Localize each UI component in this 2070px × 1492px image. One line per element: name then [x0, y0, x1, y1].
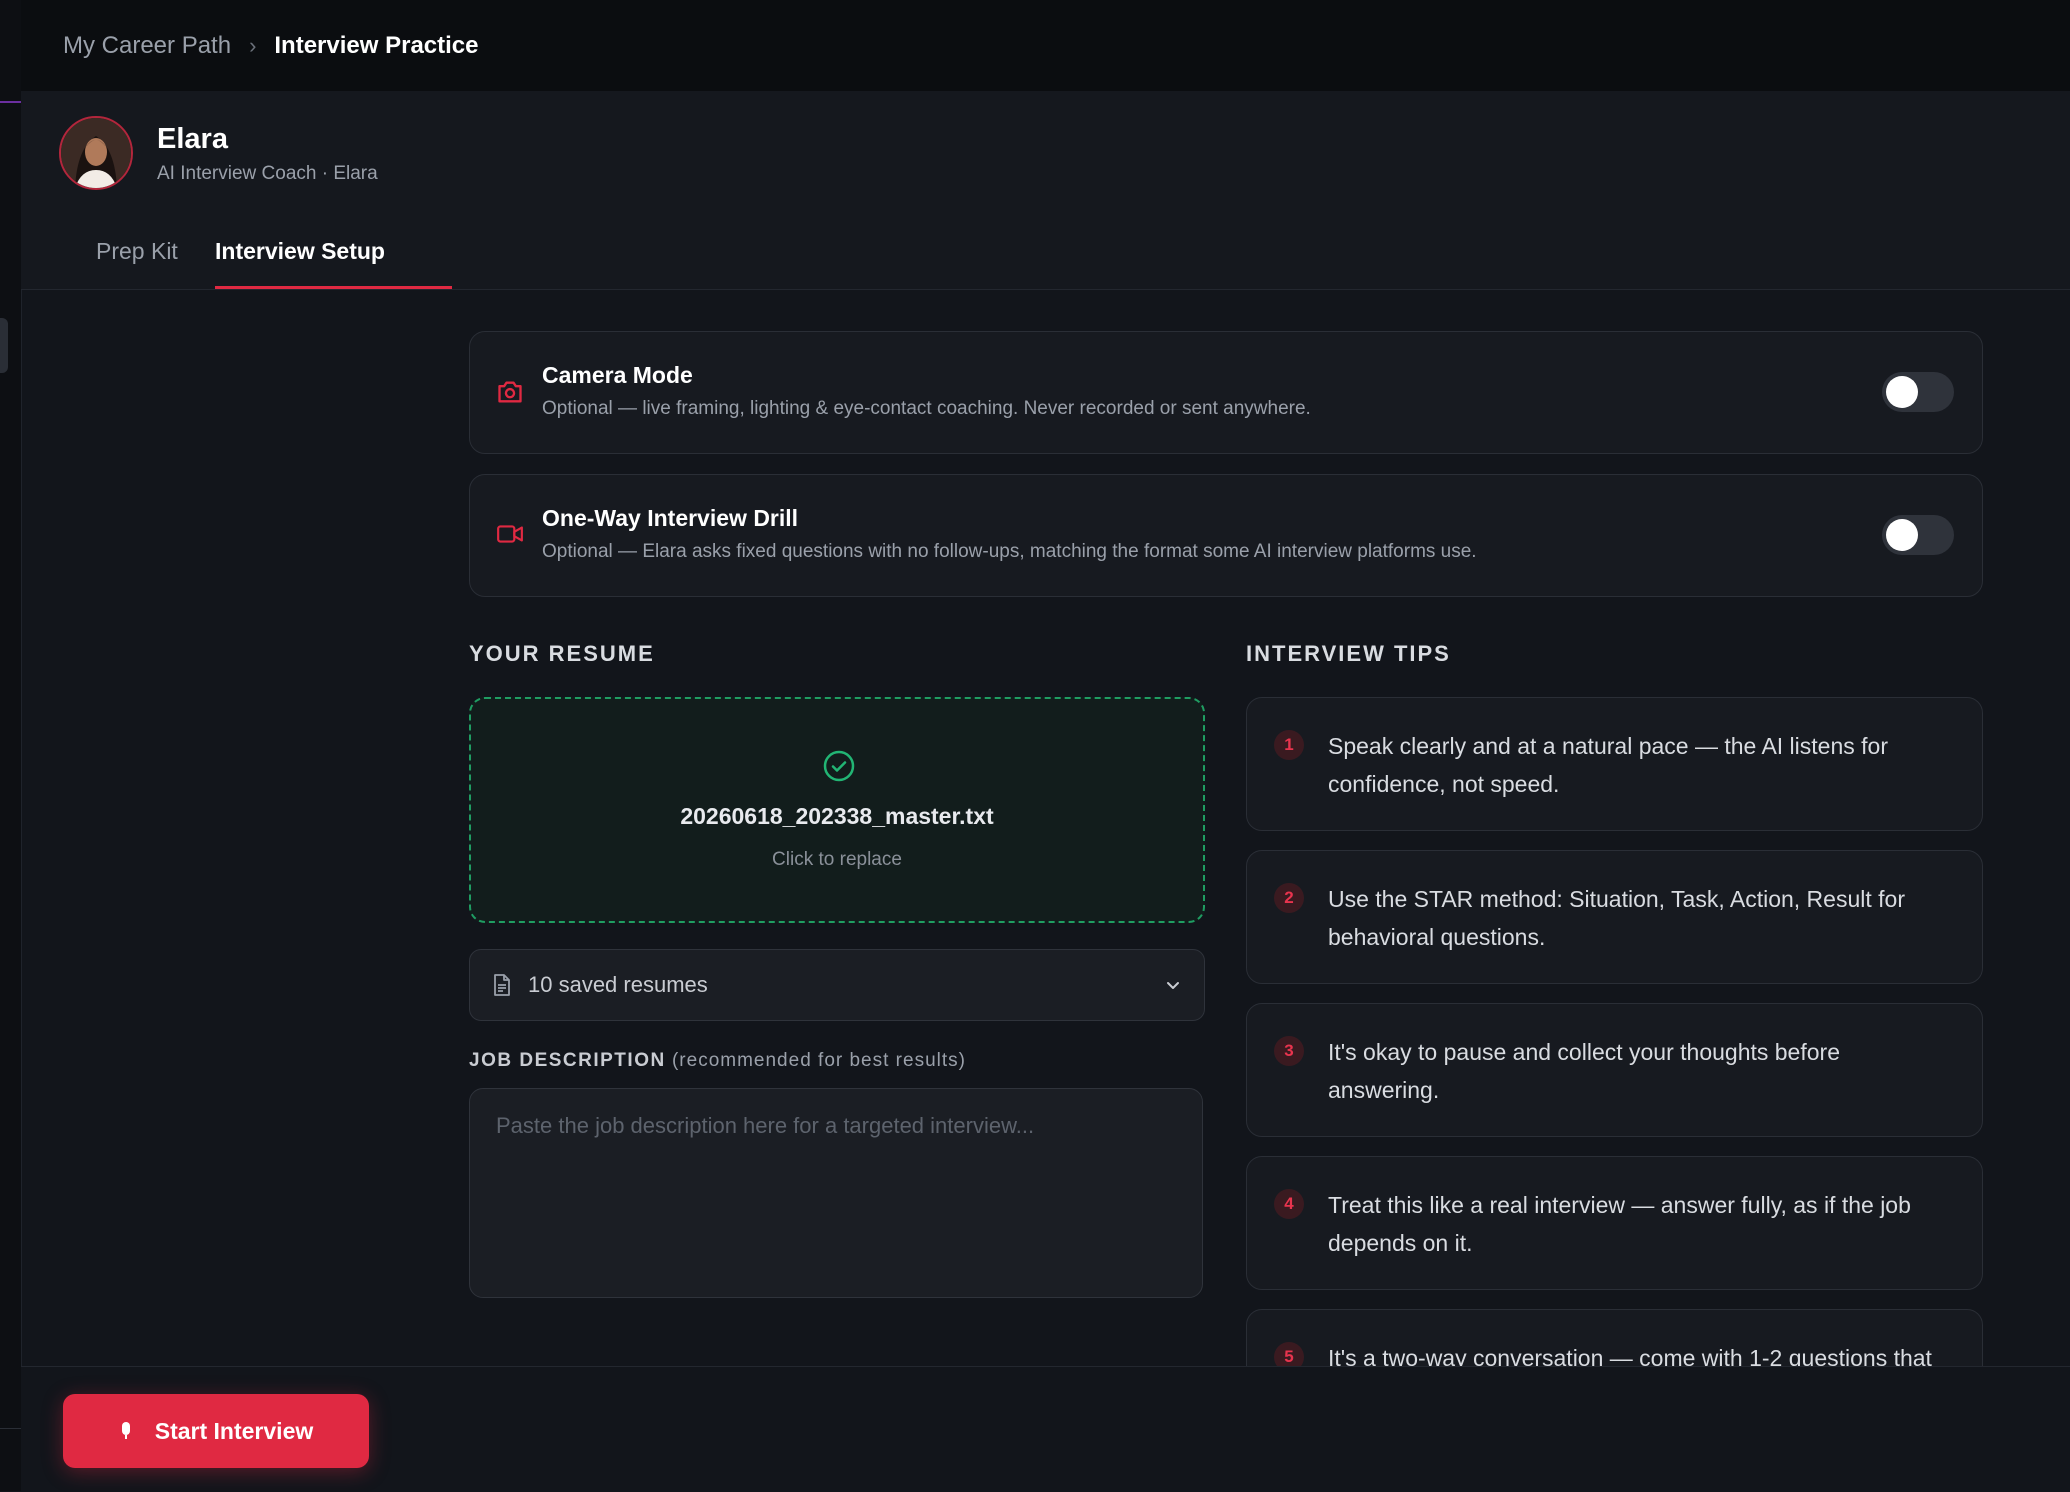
check-circle-icon [822, 749, 856, 788]
tips-list: 1 Speak clearly and at a natural pace — … [1246, 697, 1983, 1366]
one-way-drill-description: Optional — Elara asks fixed questions wi… [542, 541, 1477, 562]
chevron-down-icon [1164, 976, 1182, 999]
active-tab-indicator [215, 286, 452, 289]
microphone-icon [119, 1421, 133, 1441]
job-description-label: JOB DESCRIPTION (recommended for best re… [469, 1050, 966, 1072]
toggle-knob [1886, 519, 1918, 551]
replace-hint: Click to replace [772, 849, 902, 870]
coach-name: Elara [157, 123, 228, 155]
tip-number: 1 [1274, 730, 1304, 760]
document-icon [492, 973, 512, 1002]
tip-item: 2 Use the STAR method: Situation, Task, … [1246, 850, 1983, 984]
camera-icon [496, 379, 524, 410]
job-description-input[interactable] [469, 1088, 1203, 1298]
rail-accent [0, 101, 21, 103]
camera-mode-card: Camera Mode Optional — live framing, lig… [469, 331, 1983, 454]
avatar [59, 116, 133, 190]
coach-subtitle: AI Interview Coach · Elara [157, 163, 378, 184]
tip-item: 4 Treat this like a real interview — ans… [1246, 1156, 1983, 1290]
job-description-label-main: JOB DESCRIPTION [469, 1050, 666, 1071]
breadcrumb: My Career Path › Interview Practice [63, 32, 479, 60]
coach-header: Elara AI Interview Coach · Elara [21, 91, 2070, 214]
tip-text: Use the STAR method: Situation, Task, Ac… [1328, 886, 1905, 950]
left-rail [0, 0, 22, 1491]
job-description-label-note: (recommended for best results) [671, 1050, 966, 1071]
resume-file-name: 20260618_202338_master.txt [680, 803, 994, 829]
resume-dropzone[interactable]: 20260618_202338_master.txt Click to repl… [469, 697, 1205, 923]
video-icon [496, 523, 524, 550]
resume-section-title: YOUR RESUME [469, 641, 655, 666]
tip-item: 5 It's a two-way conversation — come wit… [1246, 1309, 1983, 1366]
start-interview-button[interactable]: Start Interview [63, 1394, 369, 1468]
rail-divider [0, 1428, 21, 1429]
start-interview-label: Start Interview [154, 1417, 314, 1444]
tip-text: It's okay to pause and collect your thou… [1328, 1039, 1840, 1103]
tip-item: 3 It's okay to pause and collect your th… [1246, 1003, 1983, 1137]
tip-number: 3 [1274, 1036, 1304, 1066]
tab-interview-setup[interactable]: Interview Setup [215, 213, 385, 289]
tip-text: It's a two-way conversation — come with … [1328, 1345, 1932, 1366]
camera-mode-description: Optional — live framing, lighting & eye-… [542, 398, 1311, 419]
breadcrumb-current: Interview Practice [274, 31, 479, 59]
one-way-drill-toggle[interactable] [1882, 515, 1954, 555]
tip-number: 2 [1274, 883, 1304, 913]
one-way-drill-card: One-Way Interview Drill Optional — Elara… [469, 474, 1983, 597]
saved-resumes-label: 10 saved resumes [528, 972, 708, 997]
saved-resumes-dropdown[interactable]: 10 saved resumes [469, 949, 1205, 1021]
top-bar: My Career Path › Interview Practice [21, 0, 2070, 91]
bottom-action-bar: Start Interview [21, 1366, 2070, 1492]
tip-number: 5 [1274, 1342, 1304, 1366]
one-way-drill-title: One-Way Interview Drill [542, 505, 799, 531]
tip-text: Treat this like a real interview — answe… [1328, 1192, 1911, 1256]
tip-item: 1 Speak clearly and at a natural pace — … [1246, 697, 1983, 831]
breadcrumb-parent-link[interactable]: My Career Path [63, 32, 231, 60]
tab-prep-kit[interactable]: Prep Kit [96, 213, 178, 289]
rail-collapse-handle[interactable] [0, 318, 8, 373]
avatar-portrait-icon [61, 118, 131, 188]
tip-text: Speak clearly and at a natural pace — th… [1328, 733, 1888, 797]
breadcrumb-chevron-icon: › [249, 32, 257, 58]
camera-mode-title: Camera Mode [542, 362, 693, 388]
tip-number: 4 [1274, 1189, 1304, 1219]
tips-section-title: INTERVIEW TIPS [1246, 641, 1451, 666]
camera-mode-toggle[interactable] [1882, 372, 1954, 412]
toggle-knob [1886, 376, 1918, 408]
tab-bar: Prep Kit Interview Setup [21, 213, 2070, 290]
